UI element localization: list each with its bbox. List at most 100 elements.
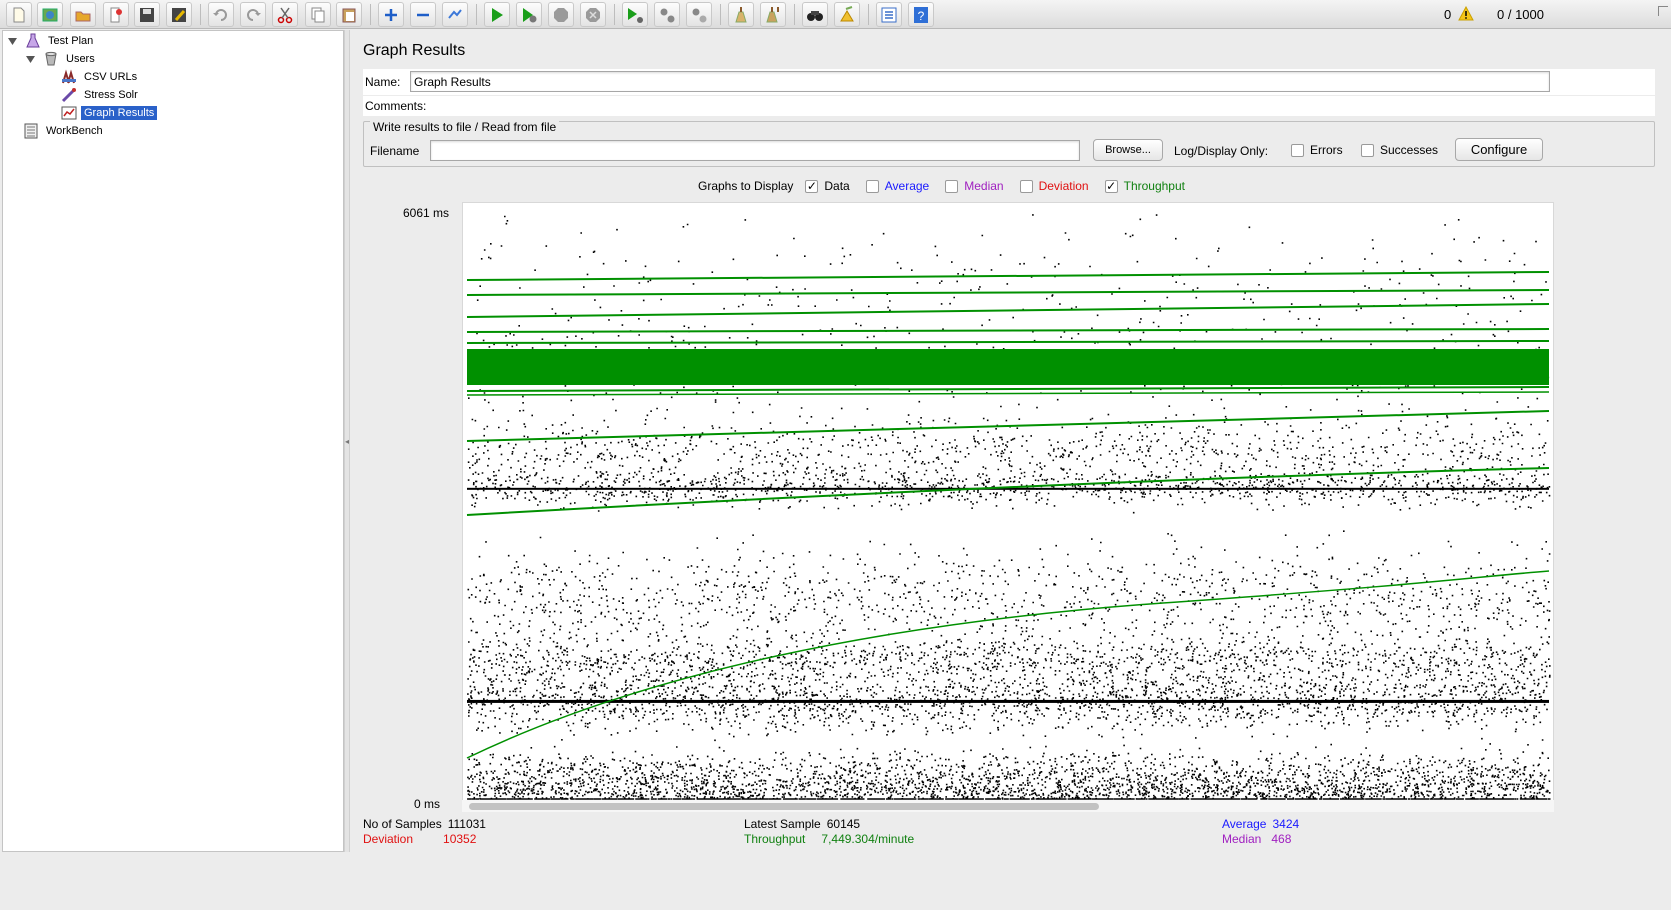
successes-checkbox[interactable]: Successes (1361, 143, 1438, 157)
stop-icon[interactable] (548, 2, 574, 27)
configure-button[interactable]: Configure (1455, 138, 1543, 161)
clear-all-icon[interactable] (760, 2, 786, 27)
browse-button[interactable]: Browse... (1093, 139, 1163, 161)
average-checkbox[interactable]: Average (865, 179, 930, 193)
median-stat: Median 468 (1222, 832, 1291, 846)
throughput-checkbox-box[interactable]: ✓ (1104, 179, 1118, 193)
paste-icon[interactable] (336, 2, 362, 27)
test-plan-tree: Test Plan Users CSV URLs Stress Solr Gra… (2, 30, 344, 852)
errors-label: Errors (1310, 143, 1343, 157)
latest-sample-label: Latest Sample (744, 817, 821, 831)
average-checkbox-box[interactable] (865, 179, 879, 193)
splitter-grip-icon[interactable]: ◂ (345, 437, 349, 446)
function-helper-icon[interactable] (876, 2, 902, 27)
undo-icon[interactable] (208, 2, 234, 27)
errors-checkbox-box[interactable] (1291, 143, 1304, 157)
tree-label: Test Plan (48, 35, 94, 47)
tree-node-csv-urls[interactable]: CSV URLs (61, 69, 140, 85)
remote-shutdown-icon[interactable] (686, 2, 712, 27)
deviation-stat: Deviation 10352 (363, 832, 476, 846)
comments-row[interactable]: Comments: (363, 96, 1655, 116)
average-option-label: Average (884, 179, 930, 193)
tree-node-test-plan[interactable]: Test Plan (25, 33, 96, 49)
throughput-value: 7,449.304/minute (821, 832, 915, 846)
throughput-line-9 (466, 570, 1550, 759)
throughput-line-5 (466, 386, 1550, 392)
new-icon[interactable] (6, 2, 32, 27)
save-icon[interactable] (134, 2, 160, 27)
latest-sample-value: 60145 (826, 817, 861, 831)
clear-icon[interactable] (728, 2, 754, 27)
filename-input[interactable] (430, 140, 1080, 161)
expand-icon[interactable] (378, 2, 404, 27)
graphs-to-display-label: Graphs to Display (698, 179, 794, 193)
throughput-line-3 (466, 328, 1550, 333)
average-value: 3424 (1272, 817, 1300, 831)
close-icon[interactable] (103, 2, 129, 27)
cut-icon[interactable] (272, 2, 298, 27)
name-input[interactable] (410, 71, 1550, 92)
log-display-label: Log/Display Only: (1174, 144, 1269, 158)
start-icon[interactable] (484, 2, 510, 27)
graph-plot-area (462, 202, 1554, 810)
file-group: Write results to file / Read from file F… (363, 120, 1655, 167)
throughput-line-4 (466, 340, 1550, 344)
name-row: Name: (363, 69, 1655, 95)
tree-label: CSV URLs (84, 71, 138, 83)
help-icon[interactable]: ? (908, 2, 934, 27)
error-count: 0 (1444, 7, 1452, 22)
tree-label: Users (66, 53, 95, 65)
median-checkbox[interactable]: Median (945, 179, 1004, 193)
templates-icon[interactable] (37, 2, 63, 27)
median-label: Median (1222, 832, 1262, 846)
samples-value: 111031 (447, 817, 486, 831)
comments-label: Comments: (365, 99, 427, 113)
collapse-icon[interactable] (410, 2, 436, 27)
median-option-label: Median (964, 179, 1004, 193)
scrollbar-thumb[interactable] (469, 803, 1099, 810)
data-checkbox-box[interactable]: ✓ (805, 179, 819, 193)
median-checkbox-box[interactable] (945, 179, 959, 193)
toggle-icon[interactable] (442, 2, 468, 27)
tree-node-graph-results[interactable]: Graph Results (61, 105, 158, 121)
tree-label: WorkBench (46, 125, 103, 137)
thread-status: 0 / 1000 (1497, 7, 1544, 22)
start-no-timers-icon[interactable] (516, 2, 542, 27)
reset-search-icon[interactable] (834, 2, 860, 27)
deviation-checkbox-box[interactable] (1019, 179, 1033, 193)
data-option-label: Data (824, 179, 850, 193)
tree-node-users[interactable]: Users (43, 51, 98, 67)
open-icon[interactable] (70, 2, 96, 27)
throughput-line-8 (466, 467, 1550, 516)
throughput-checkbox[interactable]: ✓ Throughput (1104, 179, 1185, 193)
save-as-icon[interactable] (166, 2, 192, 27)
search-icon[interactable] (802, 2, 828, 27)
shutdown-icon[interactable] (580, 2, 606, 27)
copy-icon[interactable] (305, 2, 331, 27)
graph-results-panel: Graph Results Name: Comments: Write resu… (351, 30, 1667, 854)
redo-icon[interactable] (240, 2, 266, 27)
remote-stop-icon[interactable] (654, 2, 680, 27)
deviation-checkbox[interactable]: Deviation (1019, 179, 1089, 193)
workbench-icon (23, 123, 39, 139)
graphs-to-display: Graphs to Display ✓ Data Average Median … (698, 178, 1201, 194)
horizontal-scrollbar[interactable] (462, 800, 1554, 812)
samples-stat: No of Samples 111031 (363, 817, 486, 831)
tree-label: Graph Results (81, 106, 158, 120)
expand-toggle-icon[interactable] (8, 37, 17, 46)
expand-toggle-icon[interactable] (26, 55, 35, 64)
successes-checkbox-box[interactable] (1361, 143, 1374, 157)
thread-group-icon (43, 51, 59, 67)
y-axis-max-label: 6061 ms (403, 206, 450, 220)
test-plan-icon (25, 33, 41, 49)
data-checkbox[interactable]: ✓ Data (805, 179, 850, 193)
tree-node-workbench[interactable]: WorkBench (23, 123, 106, 139)
throughput-line-1 (466, 289, 1550, 296)
tree-label: Stress Solr (84, 89, 138, 101)
remote-start-icon[interactable] (622, 2, 648, 27)
errors-checkbox[interactable]: Errors (1291, 143, 1343, 157)
throughput-line-7 (466, 410, 1550, 442)
throughput-label: Throughput (744, 832, 806, 846)
tree-node-stress-solr[interactable]: Stress Solr (61, 87, 141, 103)
warning-icon[interactable] (1458, 5, 1474, 24)
